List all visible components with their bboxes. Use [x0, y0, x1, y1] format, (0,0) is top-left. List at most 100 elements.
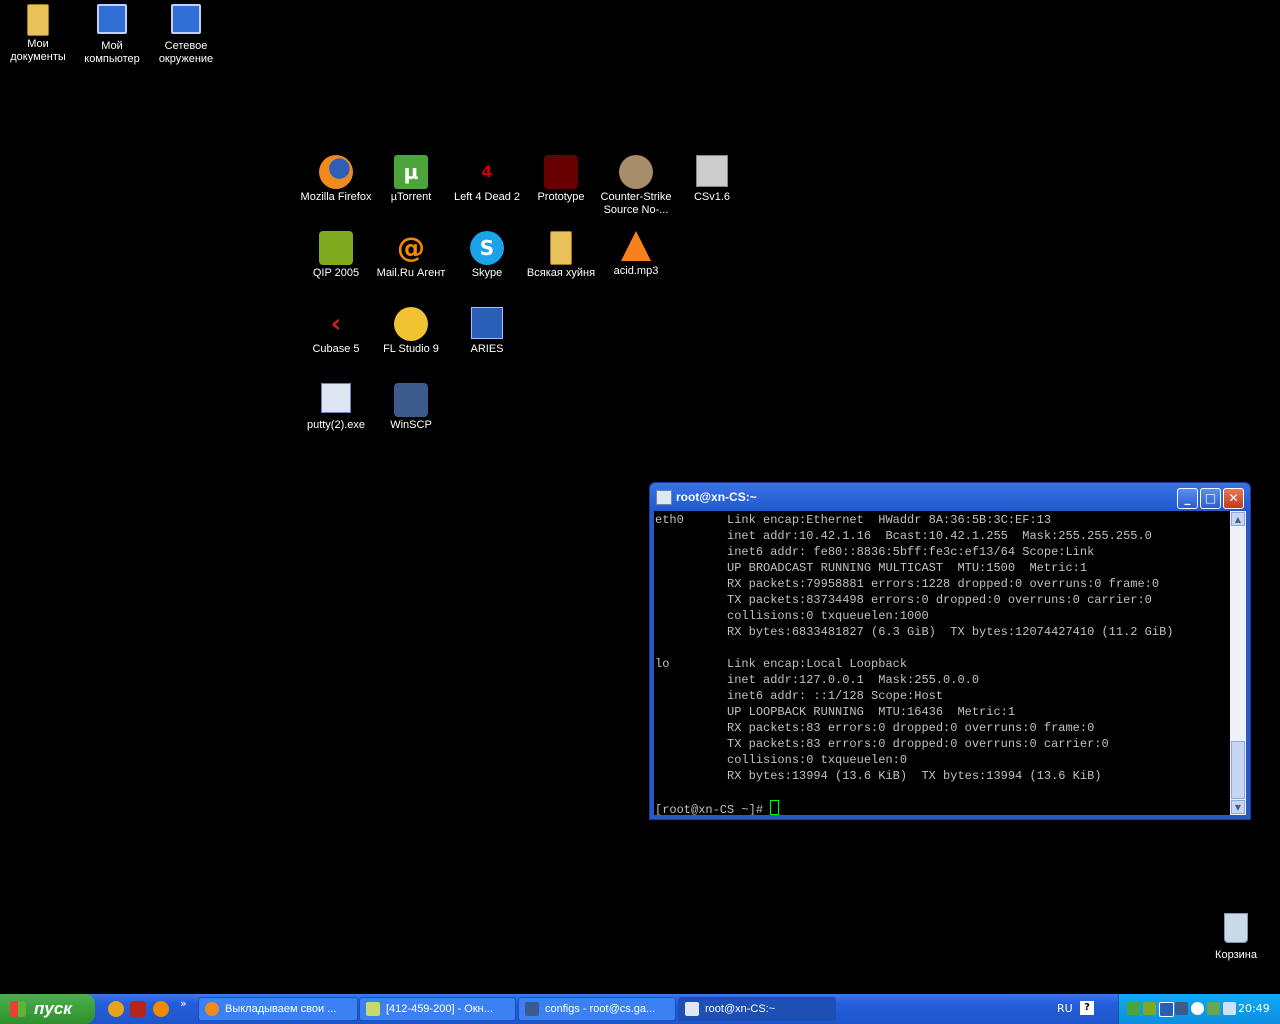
putty-icon — [321, 383, 351, 413]
terminal-cursor — [770, 800, 780, 815]
desktop-icon-winscp[interactable]: WinSCP — [373, 383, 449, 432]
icon-label: Prototype — [537, 191, 585, 203]
tray-utorrent-icon[interactable] — [1127, 1002, 1140, 1015]
desktop-icon-my-documents[interactable]: Мои документы — [0, 4, 76, 64]
start-label: пуск — [34, 999, 72, 1018]
icon-label: WinSCP — [390, 419, 432, 431]
taskbar: пуск » Выкладываем свои ... [412-459-200… — [0, 994, 1280, 1024]
icon-label: Всякая хуйня — [526, 267, 596, 279]
minimize-button[interactable]: _ — [1177, 488, 1198, 509]
desktop-icon-skype[interactable]: S Skype — [449, 231, 525, 280]
desktop-icon-l4d2[interactable]: 4 Left 4 Dead 2 — [449, 155, 525, 204]
icon-label: Mail.Ru Агент — [376, 267, 446, 279]
start-button[interactable]: пуск — [0, 994, 95, 1024]
scroll-down-arrow-icon[interactable]: ▼ — [1231, 800, 1245, 814]
clock[interactable]: 20:49 — [1238, 1002, 1270, 1015]
qip-icon — [319, 231, 353, 265]
counter-strike-icon — [619, 155, 653, 189]
desktop-icon-flstudio[interactable]: FL Studio 9 — [373, 307, 449, 356]
tray-app-icon[interactable] — [1175, 1002, 1188, 1015]
icon-label: ARIES — [470, 343, 504, 355]
tray-network-icon[interactable] — [1159, 1002, 1174, 1017]
desktop-icon-cs16[interactable]: CSv1.6 — [674, 155, 750, 204]
icon-label: Cubase 5 — [312, 343, 360, 355]
maximize-button[interactable]: □ — [1200, 488, 1221, 509]
quicklaunch-mailru-icon[interactable] — [153, 1001, 169, 1017]
icon-label: putty(2).exe — [306, 419, 366, 431]
vlc-cone-icon — [621, 231, 651, 261]
desktop-icon-cubase[interactable]: ‹ Cubase 5 — [298, 307, 374, 356]
folder-icon — [27, 4, 49, 36]
close-button[interactable]: ✕ — [1223, 488, 1244, 509]
network-monitor-icon — [171, 4, 201, 34]
quicklaunch-app-icon[interactable] — [130, 1001, 146, 1017]
firefox-icon — [205, 1002, 219, 1016]
fl-studio-icon — [394, 307, 428, 341]
icon-label: QIP 2005 — [312, 267, 360, 279]
terminal-line: RX bytes:13994 (13.6 KiB) TX bytes:13994… — [655, 769, 1102, 783]
taskbar-item-putty[interactable]: root@xn-CS:~ — [678, 997, 836, 1021]
terminal-output[interactable]: eth0 Link encap:Ethernet HWaddr 8A:36:5B… — [654, 511, 1230, 815]
prototype-icon — [544, 155, 578, 189]
tray-nvidia-icon[interactable] — [1207, 1002, 1220, 1015]
terminal-line: collisions:0 txqueuelen:1000 — [655, 609, 929, 623]
taskbar-item-label: root@xn-CS:~ — [705, 1003, 776, 1015]
skype-icon: S — [470, 231, 504, 265]
taskbar-item-qip[interactable]: [412-459-200] - Окн... — [359, 997, 516, 1021]
desktop-icon-prototype[interactable]: Prototype — [523, 155, 599, 204]
terminal-line: UP LOOPBACK RUNNING MTU:16436 Metric:1 — [655, 705, 1016, 719]
desktop-icon-recycle-bin[interactable]: Корзина — [1198, 913, 1274, 962]
terminal-line: UP BROADCAST RUNNING MULTICAST MTU:1500 … — [655, 561, 1088, 575]
icon-label: Skype — [471, 267, 503, 279]
firefox-icon — [319, 155, 353, 189]
desktop-icon-putty[interactable]: putty(2).exe — [298, 383, 374, 432]
desktop-icon-network[interactable]: Сетевое окружение — [148, 4, 224, 66]
winscp-icon — [525, 1002, 539, 1016]
quicklaunch-chrome-icon[interactable] — [108, 1001, 124, 1017]
icon-label: FL Studio 9 — [383, 343, 439, 355]
desktop-icon-qip[interactable]: QIP 2005 — [298, 231, 374, 280]
tray-volume-icon[interactable] — [1223, 1002, 1236, 1015]
terminal-line: RX packets:79958881 errors:1228 dropped:… — [655, 577, 1160, 591]
icon-label: µTorrent — [390, 191, 432, 203]
desktop-icon-aries[interactable]: ARIES — [449, 307, 525, 356]
desktop-icon-firefox[interactable]: Mozilla Firefox — [298, 155, 374, 204]
terminal-text: eth0 Link encap:Ethernet HWaddr 8A:36:5B… — [654, 511, 1230, 815]
icon-label: CSv1.6 — [693, 191, 731, 203]
taskbar-item-firefox[interactable]: Выкладываем свои ... — [198, 997, 358, 1021]
tray-qip-icon[interactable] — [1143, 1002, 1156, 1015]
icon-label: Мои — [27, 38, 49, 50]
winscp-icon — [394, 383, 428, 417]
language-indicator[interactable]: RU — [1057, 1002, 1073, 1015]
icon-label: Counter-Strike — [600, 191, 672, 203]
vertical-scrollbar[interactable]: ▲ ▼ — [1230, 511, 1246, 815]
desktop-icon-utorrent[interactable]: µ µTorrent — [373, 155, 449, 204]
scroll-up-arrow-icon[interactable]: ▲ — [1231, 512, 1245, 526]
desktop-icon-folder-misc[interactable]: Всякая хуйня — [523, 231, 599, 280]
utorrent-icon: µ — [394, 155, 428, 189]
icon-label: документы — [10, 51, 66, 63]
icon-label: Source No-... — [603, 204, 669, 216]
desktop-icon-css[interactable]: Counter-Strike Source No-... — [598, 155, 674, 217]
aries-icon — [471, 307, 503, 339]
recycle-bin-icon — [1224, 913, 1248, 943]
terminal-window[interactable]: root@xn-CS:~ _ □ ✕ eth0 Link encap:Ether… — [649, 482, 1251, 820]
terminal-line: lo Link encap:Local Loopback — [655, 657, 908, 671]
terminal-line: inet6 addr: fe80::8836:5bff:fe3c:ef13/64… — [655, 545, 1095, 559]
tray-clock-icon[interactable] — [1191, 1002, 1204, 1015]
cubase-icon: ‹ — [330, 309, 342, 339]
putty-icon[interactable] — [656, 490, 672, 505]
terminal-line: TX packets:83 errors:0 dropped:0 overrun… — [655, 737, 1109, 751]
taskbar-item-winscp[interactable]: configs - root@cs.ga... — [518, 997, 676, 1021]
monitor-icon — [97, 4, 127, 34]
desktop-icon-my-computer[interactable]: Мой компьютер — [74, 4, 150, 66]
left4dead-icon: 4 — [481, 162, 493, 181]
terminal-line: inet addr:10.42.1.16 Bcast:10.42.1.255 M… — [655, 529, 1152, 543]
help-icon[interactable]: ? — [1080, 1001, 1094, 1015]
desktop-icon-mailru[interactable]: @ Mail.Ru Агент — [373, 231, 449, 280]
desktop-icon-acid-mp3[interactable]: acid.mp3 — [598, 231, 674, 278]
icon-label: Mozilla Firefox — [300, 191, 372, 203]
quicklaunch-more-icon[interactable]: » — [180, 997, 187, 1010]
window-titlebar[interactable]: root@xn-CS:~ _ □ ✕ — [650, 483, 1250, 511]
scrollbar-thumb[interactable] — [1231, 741, 1245, 799]
